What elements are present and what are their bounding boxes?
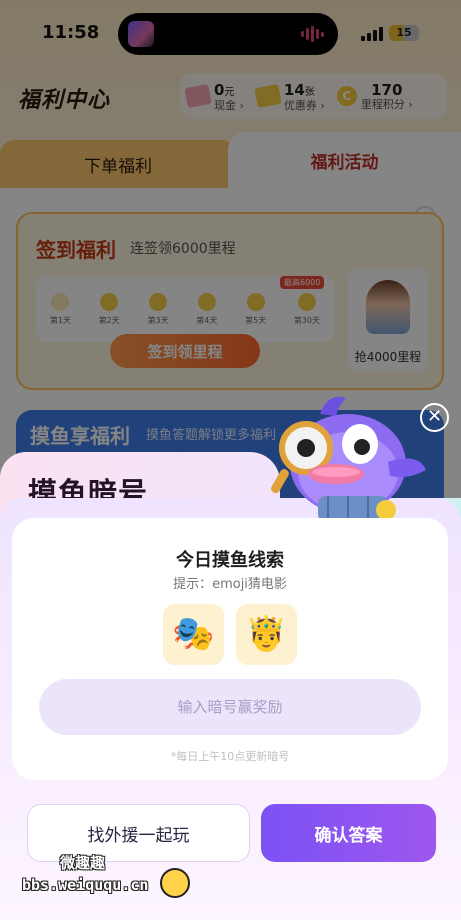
confirm-answer-button[interactable]: 确认答案 [261, 804, 436, 862]
clue-card: 今日摸鱼线索 提示：emoji猜电影 🎭 🤴 *每日上午10点更新暗号 [12, 518, 448, 780]
clue-emoji-prince-icon: 🤴 [236, 604, 297, 665]
answer-input[interactable] [39, 679, 421, 735]
refresh-note: *每日上午10点更新暗号 [170, 750, 290, 763]
clue-hint: 提示：emoji猜电影 [173, 577, 287, 592]
clue-emoji-masks-icon: 🎭 [163, 604, 224, 665]
watermark-brand: 微趣趣 [60, 854, 106, 872]
watermark-url: bbs.weiququ.cn [22, 876, 149, 894]
clue-title: 今日摸鱼线索 [176, 550, 284, 571]
watermark-mascot-icon [160, 868, 190, 898]
mascot-fish-detective-icon [271, 396, 426, 522]
site-watermark: 微趣趣 bbs.weiququ.cn [4, 852, 194, 902]
